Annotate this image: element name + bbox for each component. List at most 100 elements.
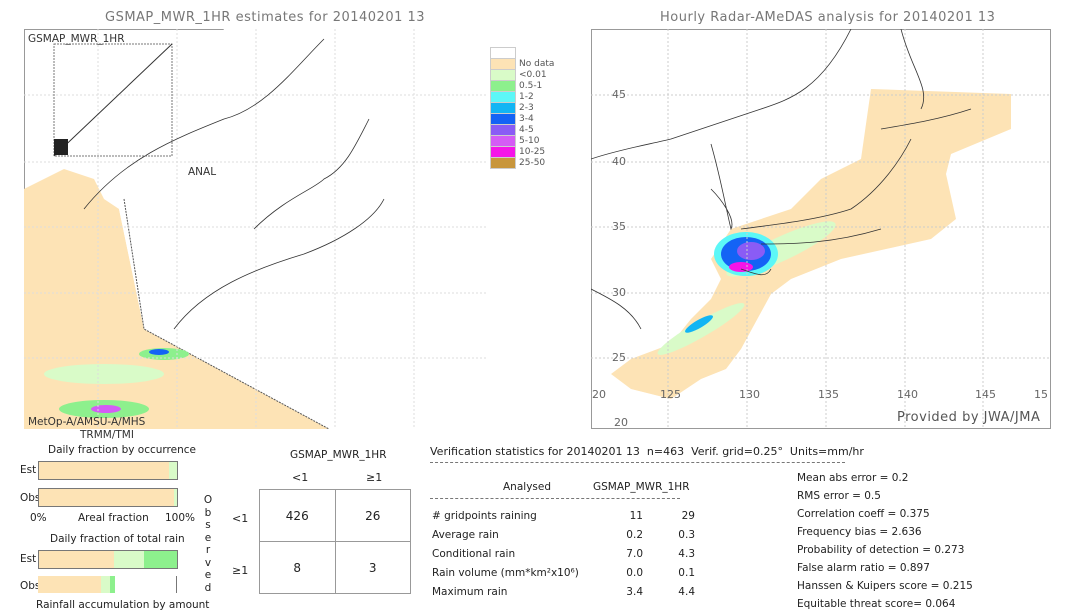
- contingency-table: 426 26 83: [259, 489, 411, 594]
- contingency-title: GSMAP_MWR_1HR: [290, 449, 387, 461]
- occ-est-bar: [38, 461, 178, 480]
- legend-item: 5-10: [490, 134, 554, 147]
- inset-xlabel: ANAL: [188, 166, 217, 178]
- lat-tick: 35: [612, 220, 626, 233]
- bar-segment: [113, 551, 144, 568]
- legend-label: 4-5: [519, 124, 534, 135]
- axis-right: 100%: [165, 512, 196, 524]
- credit: Provided by JWA/JMA: [897, 410, 1041, 425]
- stat-label: # gridpoints raining: [432, 510, 537, 522]
- col-label: ≥1: [366, 471, 383, 484]
- stat-analysed: 0.2: [626, 529, 643, 541]
- inset-label: GSMAP_MWR_1HR: [28, 33, 125, 45]
- legend-label: 3-4: [519, 113, 534, 124]
- lon-tick: 15: [1034, 388, 1048, 401]
- bar-segment: [174, 489, 177, 506]
- satellite-label-2: TRMM/TMI: [80, 429, 134, 441]
- lon-tick: 145: [975, 388, 996, 401]
- legend-label: 1-2: [519, 91, 534, 102]
- stat-analysed: 7.0: [626, 548, 643, 560]
- cell: 26: [334, 489, 411, 542]
- tr-est-bar: [38, 550, 178, 569]
- score: Probability of detection = 0.273: [797, 544, 965, 556]
- stat-analysed: 11: [629, 510, 643, 522]
- corner-tick: 20: [614, 416, 628, 429]
- observed-label: Observed: [203, 494, 213, 594]
- observed-letter: v: [204, 556, 212, 569]
- bar-segment: [39, 462, 169, 479]
- legend-label: 0.5-1: [519, 80, 543, 91]
- legend-item: <0.01: [490, 68, 554, 81]
- lat-tick: 25: [612, 351, 626, 364]
- legend-item: [490, 46, 554, 59]
- stat-gsmap: 0.3: [678, 529, 695, 541]
- legend: No data <0.01 0.5-1 1-2 2-3 3-4 4-5 5-10 10-25 25…: [490, 46, 555, 169]
- col-analysed: Analysed: [503, 481, 551, 493]
- left-map-title: GSMAP_MWR_1HR estimates for 20140201 13: [105, 10, 426, 25]
- stat-gsmap: 29: [681, 510, 695, 522]
- score: Hanssen & Kuipers score = 0.215: [797, 580, 973, 592]
- lat-tick: 30: [612, 286, 626, 299]
- tr-est-label: Est: [20, 553, 37, 565]
- legend-label: 5-10: [519, 135, 540, 146]
- cell: 8: [259, 541, 336, 594]
- score: Equitable threat score= 0.064: [797, 598, 956, 610]
- legend-label: <0.01: [519, 69, 547, 80]
- stat-analysed: 0.0: [626, 567, 643, 579]
- cell: 3: [334, 541, 411, 594]
- legend-label: 2-3: [519, 102, 534, 113]
- row-label: ≥1: [232, 564, 249, 577]
- satellite-label: MetOp-A/AMSU-A/MHS: [28, 416, 146, 428]
- lon-tick: 125: [660, 388, 681, 401]
- axis-mid: Areal fraction: [78, 512, 149, 524]
- stat-label: Maximum rain: [432, 586, 508, 598]
- observed-letter: b: [204, 506, 212, 519]
- score: False alarm ratio = 0.897: [797, 562, 930, 574]
- occ-est-label: Est: [20, 464, 37, 476]
- lon-tick: 130: [739, 388, 760, 401]
- lon-tick: 135: [818, 388, 839, 401]
- bar-segment: [38, 576, 102, 593]
- stat-label: Average rain: [432, 529, 499, 541]
- legend-item: 1-2: [490, 90, 554, 103]
- legend-item: 10-25: [490, 145, 554, 158]
- legend-item: 4-5: [490, 123, 554, 136]
- stat-gsmap: 0.1: [678, 567, 695, 579]
- legend-label: No data: [519, 58, 555, 69]
- observed-letter: O: [203, 494, 213, 506]
- cell: 426: [259, 489, 336, 542]
- row-label: <1: [232, 512, 249, 525]
- legend-swatch: [490, 156, 516, 169]
- col-label: <1: [292, 471, 309, 484]
- stat-analysed: 3.4: [626, 586, 643, 598]
- observed-letter: e: [204, 531, 212, 544]
- stats-header: Verification statistics for 20140201 13 …: [430, 445, 864, 458]
- lon-tick: 140: [897, 388, 918, 401]
- occ-obs-bar: [38, 488, 178, 507]
- bar-segment: [39, 551, 114, 568]
- legend-item: 25-50: [490, 156, 554, 169]
- occurrence-title: Daily fraction by occurrence: [48, 444, 196, 456]
- legend-item: No data: [490, 57, 555, 70]
- lat-tick: 40: [612, 155, 626, 168]
- corner-tick: 20: [592, 388, 606, 401]
- legend-label: 10-25: [519, 146, 546, 157]
- col-gsmap: GSMAP_MWR_1HR: [593, 481, 690, 493]
- total-rain-footer: Rainfall accumulation by amount: [36, 599, 210, 611]
- total-rain-title: Daily fraction of total rain: [50, 533, 185, 545]
- observed-letter: e: [204, 569, 212, 581]
- score: Mean abs error = 0.2: [797, 472, 909, 484]
- legend-item: 0.5-1: [490, 79, 554, 92]
- bar-segment: [143, 551, 177, 568]
- stat-label: Conditional rain: [432, 548, 516, 560]
- right-map: [591, 29, 1051, 429]
- stat-gsmap: 4.3: [678, 548, 695, 560]
- legend-item: 3-4: [490, 112, 554, 125]
- bar-segment: [39, 489, 175, 506]
- right-map-title: Hourly Radar-AMeDAS analysis for 2014020…: [660, 10, 996, 25]
- score: Correlation coeff = 0.375: [797, 508, 930, 520]
- score: RMS error = 0.5: [797, 490, 881, 502]
- stat-gsmap: 4.4: [678, 586, 695, 598]
- stat-label: Rain volume (mm*km²x10⁶): [432, 567, 579, 579]
- lat-tick: 45: [612, 88, 626, 101]
